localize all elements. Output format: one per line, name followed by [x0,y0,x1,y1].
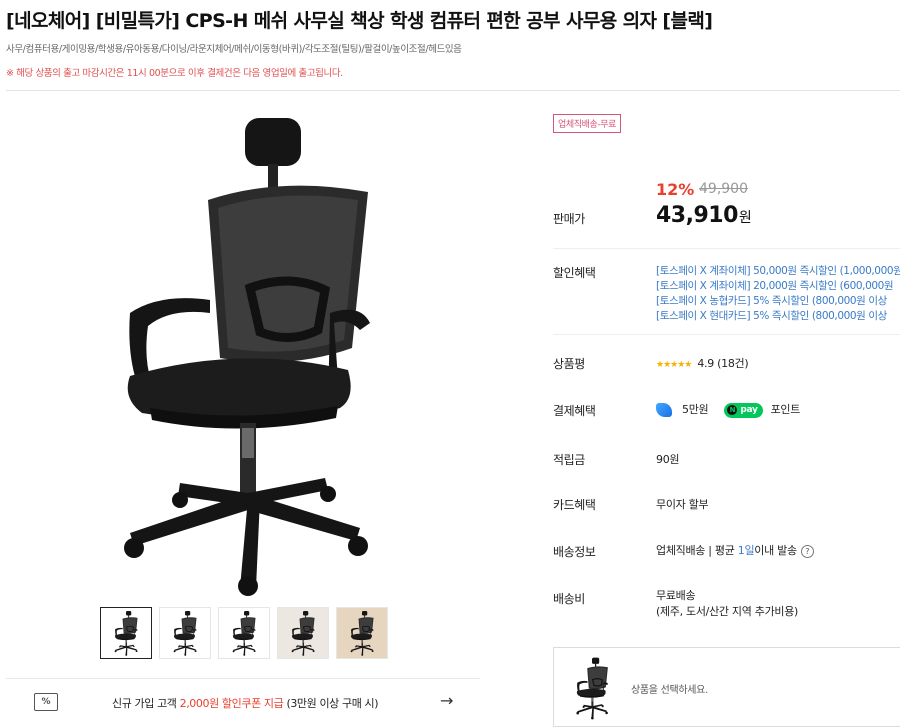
point-text: 포인트 [770,403,801,416]
card-label: 카드혜택 [553,498,596,512]
benefit-item[interactable]: [토스페이 X 현대카드] 5% 즉시할인 (800,000원 이상 [656,308,887,323]
thumbnail-2[interactable] [159,607,211,659]
shipping-prefix: 업체직배송 | 평균 [656,544,738,557]
main-product-image [80,108,410,598]
payment-benefits: 5만원 Npay 포인트 [656,401,800,418]
star-rating-icon: ★★★★★ [656,360,692,370]
thumbnail-3[interactable] [218,607,270,659]
shipping-fee-line1: 무료배송 [656,589,696,602]
product-title: [네오체어] [비밀특가] CPS-H 메쉬 사무실 책상 학생 컴퓨터 편한 … [6,10,713,32]
option-placeholder: 상품을 선택하세요. [631,685,708,696]
shipping-suffix: 이내 발송 [754,544,797,557]
option-thumbnail [575,657,609,720]
option-select-box[interactable]: 상품을 선택하세요. [553,647,900,727]
coupon-text-before: 신규 가입 고객 [112,697,180,710]
sale-price: 43,910원 [656,203,752,228]
review-label: 상품평 [553,357,585,371]
shipping-fee-line2: (제주, 도서/산간 지역 추가비용) [656,605,799,618]
points-value: 90원 [656,453,680,466]
coupon-icon: % [34,693,58,711]
price-label: 판매가 [553,212,585,226]
shipping-fee-label: 배송비 [553,592,585,606]
price-unit: 원 [738,210,752,226]
npay-icon: Npay [724,402,763,418]
divider [6,90,900,91]
coupon-banner[interactable]: % 신규 가입 고객 2,000원 할인쿠폰 지급 (3만원 이상 구매 시) … [6,678,480,727]
coupon-highlight: 2,000원 할인쿠폰 지급 [179,697,284,710]
coupon-text-after: (3만원 이상 구매 시) [283,697,379,710]
thumbnail-4[interactable] [277,607,329,659]
divider [553,334,900,335]
thumbnail-5[interactable] [336,607,388,659]
shipping-notice: ※ 해당 상품의 출고 마감시간은 11시 00분으로 이후 결제건은 다음 영… [6,68,343,79]
thumbnail-list [100,607,388,659]
original-price: 49,900 [699,181,748,197]
discount-benefits-label: 할인혜택 [553,266,596,280]
points-label: 적립금 [553,453,585,467]
shipping-badge: 업체직배송-무료 [553,114,622,133]
card-value: 무이자 할부 [656,498,709,511]
toss-pay-icon [656,403,672,417]
review-count: (18건) [717,357,749,370]
payment-label: 결제혜택 [553,404,596,418]
shipping-info-value: 업체직배송 | 평균 1일이내 발송? [656,542,814,558]
rating-value: 4.9 [697,357,714,370]
discount-rate: 12% [656,180,695,199]
benefit-item[interactable]: [토스페이 X 계좌이체] 20,000원 즉시할인 (600,000원 [656,278,894,293]
npay-label: pay [740,405,758,415]
thumbnail-1[interactable] [100,607,152,659]
benefit-item[interactable]: [토스페이 X 농협카드] 5% 즉시할인 (800,000원 이상 [656,293,887,308]
review-summary[interactable]: ★★★★★ 4.9 (18건) [656,355,749,371]
toss-amount: 5만원 [682,403,709,416]
arrow-right-icon[interactable]: → [440,691,453,710]
shipping-info-label: 배송정보 [553,545,596,559]
help-icon[interactable]: ? [800,544,814,558]
shipping-days: 1일 [737,544,755,557]
sale-price-value: 43,910 [656,203,738,228]
product-tags: 사무/컴퓨터용/게이밍용/학생용/유아동용/다이닝/라운지체어/메쉬/이동형(바… [6,44,462,55]
benefit-item[interactable]: [토스페이 X 계좌이체] 50,000원 즉시할인 (1,000,000원 [656,263,900,278]
divider [553,248,900,249]
coupon-text: 신규 가입 고객 2,000원 할인쿠폰 지급 (3만원 이상 구매 시) [112,695,379,711]
